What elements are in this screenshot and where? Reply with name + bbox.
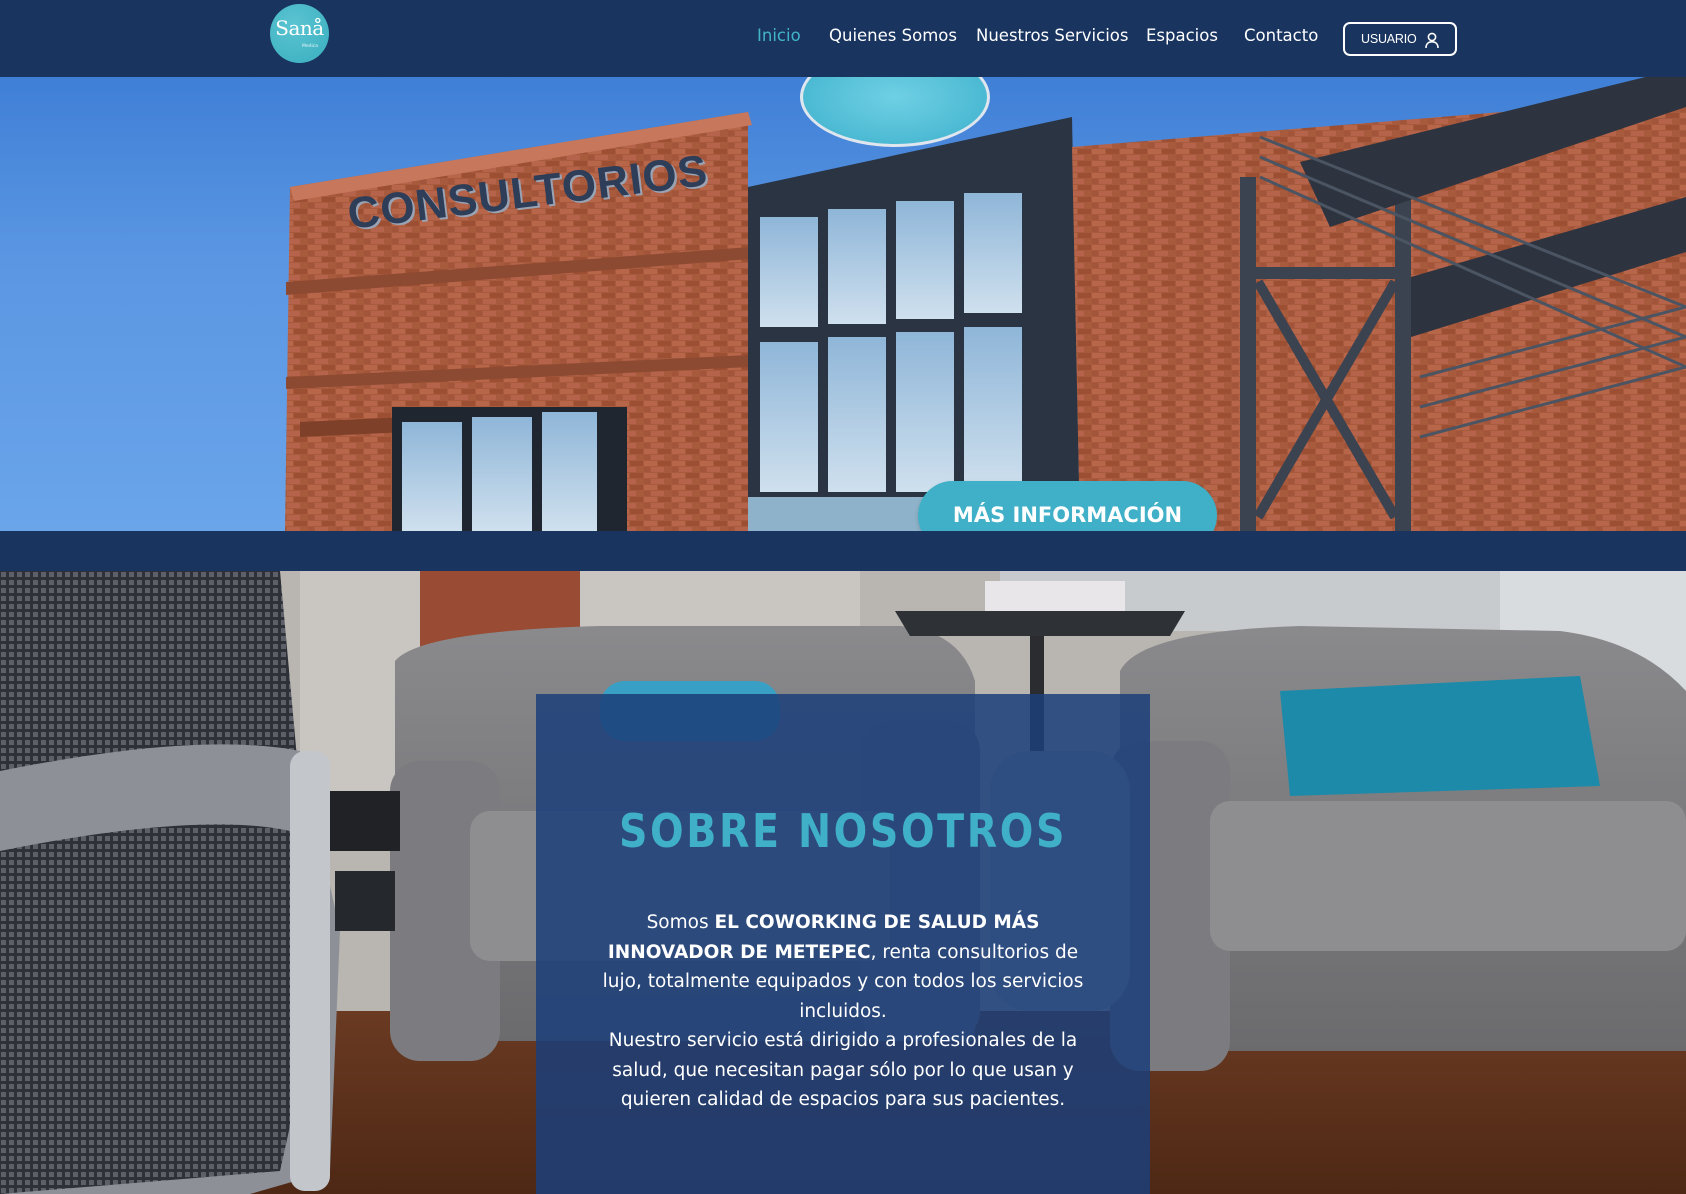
site-header: Sanå Medica Inicio Quienes Somos Nuestro… <box>0 0 1686 77</box>
section-divider-band <box>0 531 1686 571</box>
user-login-button[interactable]: USUARIO <box>1343 22 1457 56</box>
about-title: SOBRE NOSOTROS <box>618 804 1068 858</box>
more-info-button[interactable]: MÁS INFORMACIÓN <box>918 481 1217 531</box>
nav-item-contacto[interactable]: Contacto <box>1244 26 1318 45</box>
about-service-text: Nuestro servicio está dirigido a profesi… <box>608 1030 1078 1110</box>
nav-item-inicio[interactable]: Inicio <box>757 26 801 45</box>
hero-building-photo <box>285 77 1686 531</box>
user-button-label: USUARIO <box>1361 32 1417 46</box>
about-intro-prefix: Somos <box>646 912 715 933</box>
user-icon <box>1425 32 1439 49</box>
nav-item-espacios[interactable]: Espacios <box>1146 26 1218 45</box>
about-description: Somos EL COWORKING DE SALUD MÁS INNOVADO… <box>596 908 1090 1115</box>
about-section: SOBRE NOSOTROS Somos EL COWORKING DE SAL… <box>0 571 1686 1194</box>
about-panel: SOBRE NOSOTROS Somos EL COWORKING DE SAL… <box>536 694 1150 1194</box>
nav-item-quienes-somos[interactable]: Quienes Somos <box>829 26 957 45</box>
hero-banner: CONSULTORIOS MÁS INFORMACIÓN <box>0 77 1686 531</box>
nav-item-nuestros-servicios[interactable]: Nuestros Servicios <box>976 26 1128 45</box>
